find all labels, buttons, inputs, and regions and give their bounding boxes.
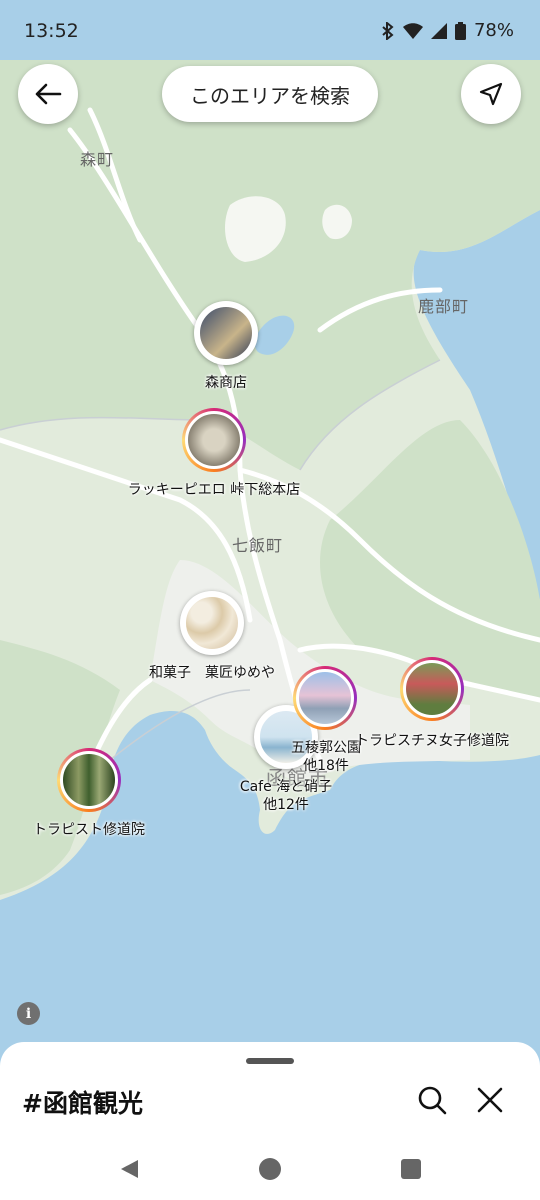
close-button[interactable]	[472, 1082, 508, 1118]
square-recents-icon	[401, 1159, 421, 1179]
pin-photo	[296, 669, 354, 727]
pin-label[interactable]: 五稜郭公園 他18件	[291, 739, 361, 775]
town-label: 七飯町	[232, 536, 284, 555]
search-button[interactable]	[414, 1082, 450, 1118]
search-this-area-button[interactable]: このエリアを検索	[162, 66, 378, 122]
map-pin[interactable]	[180, 591, 244, 655]
battery-icon	[454, 21, 466, 40]
nav-home-button[interactable]	[257, 1156, 283, 1182]
pin-label[interactable]: 森商店	[205, 374, 247, 392]
status-icons: 78%	[381, 20, 514, 41]
drag-handle[interactable]	[246, 1058, 294, 1064]
back-button[interactable]	[18, 64, 78, 124]
map-view[interactable]	[0, 0, 540, 1200]
pin-photo	[183, 594, 241, 652]
nav-recents-button[interactable]	[398, 1156, 424, 1182]
triangle-back-icon	[121, 1160, 138, 1178]
town-label: 森町	[80, 150, 115, 169]
pin-photo	[60, 751, 118, 809]
map-info-icon[interactable]: i	[17, 1002, 40, 1025]
clock: 13:52	[24, 20, 79, 42]
map-pin[interactable]	[57, 748, 121, 812]
pin-label[interactable]: トラピスト修道院	[33, 821, 145, 839]
pin-label[interactable]: トラピスチヌ女子修道院	[355, 732, 509, 750]
circle-home-icon	[259, 1158, 281, 1180]
pin-photo	[197, 304, 255, 362]
town-label: 鹿部町	[418, 297, 470, 316]
pin-photo	[403, 660, 461, 718]
nav-back-button[interactable]	[116, 1156, 142, 1182]
wifi-icon	[402, 22, 423, 39]
search-icon	[418, 1086, 447, 1115]
hashtag-title: #函館観光	[22, 1089, 143, 1118]
map-pin[interactable]	[182, 408, 246, 472]
map-pin[interactable]	[194, 301, 258, 365]
navigation-arrow-icon	[479, 82, 503, 106]
pin-label[interactable]: 和菓子 菓匠ゆめや	[149, 664, 275, 682]
bluetooth-icon	[382, 21, 394, 40]
pin-label[interactable]: ラッキーピエロ 峠下総本店	[128, 481, 300, 499]
my-location-button[interactable]	[461, 64, 521, 124]
signal-icon	[430, 22, 447, 39]
pin-label[interactable]: Cafe 海と硝子 他12件	[240, 778, 332, 814]
map-pin[interactable]	[293, 666, 357, 730]
pin-photo	[185, 411, 243, 469]
status-bar: 13:52 78%	[0, 0, 540, 64]
map-pin[interactable]	[400, 657, 464, 721]
close-icon	[477, 1087, 503, 1113]
battery-percent: 78%	[473, 20, 514, 41]
system-nav-bar	[0, 1140, 540, 1200]
arrow-left-icon	[35, 83, 62, 105]
